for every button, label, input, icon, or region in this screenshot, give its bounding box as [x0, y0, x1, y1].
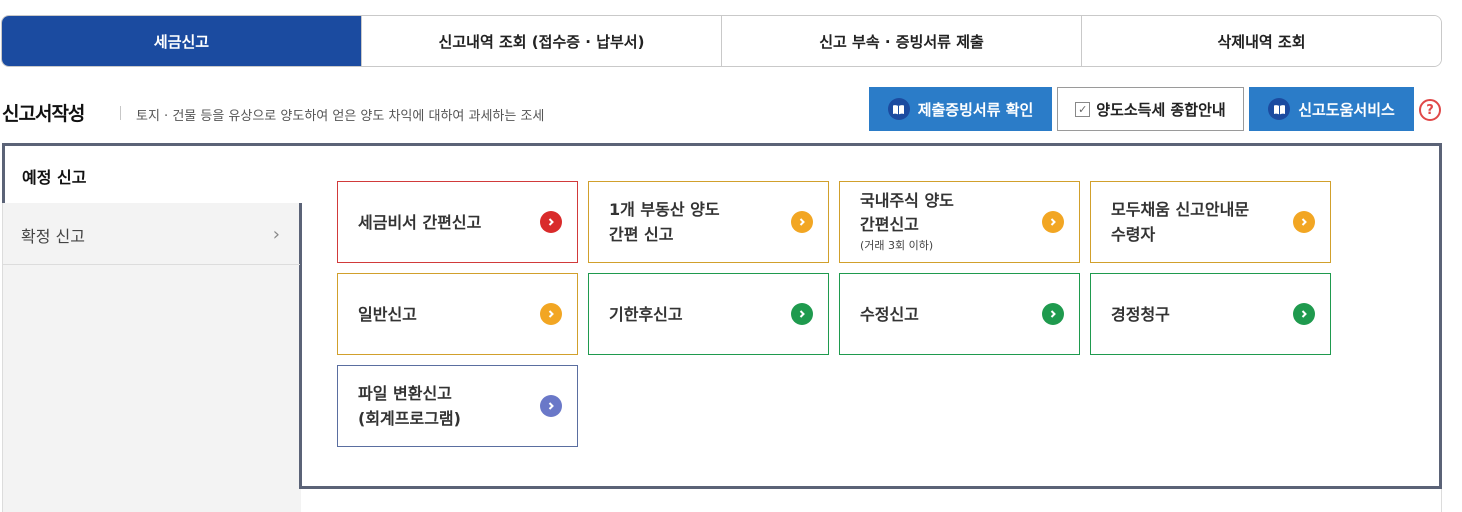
card-label: 모두채움 신고안내문 수령자 [1111, 200, 1250, 244]
tab-document-submit[interactable]: 신고 부속 · 증빙서류 제출 [721, 16, 1081, 66]
tab-bar: 세금신고 신고내역 조회 (접수증 · 납부서) 신고 부속 · 증빙서류 제출… [1, 15, 1442, 67]
page-title: 신고서작성 [2, 103, 85, 125]
arrow-right-icon [1293, 211, 1315, 233]
arrow-right-icon [1042, 211, 1064, 233]
card-label: 파일 변환신고 (회계프로그램) [358, 384, 461, 428]
menu-item-final-report[interactable]: 확정 신고 › [3, 205, 300, 265]
card-label: 수정신고 [860, 304, 919, 324]
menu-item-label: 확정 신고 [21, 226, 85, 246]
card-prefilled-notice-recipient[interactable]: 모두채움 신고안내문 수령자 [1090, 181, 1331, 263]
arrow-right-icon [540, 395, 562, 417]
transfer-tax-guide-button[interactable]: ✓ 양도소득세 종합안내 [1057, 87, 1244, 131]
arrow-right-icon [1042, 303, 1064, 325]
evidence-check-button[interactable]: 제출증빙서류 확인 [869, 87, 1052, 131]
arrow-right-icon [540, 303, 562, 325]
card-file-conversion-report[interactable]: 파일 변환신고 (회계프로그램) [337, 365, 578, 447]
help-icon[interactable]: ? [1419, 99, 1441, 121]
card-label: 세금비서 간편신고 [358, 212, 482, 232]
transfer-tax-guide-label: 양도소득세 종합안내 [1096, 100, 1226, 119]
book-icon [1268, 98, 1291, 120]
report-help-service-label: 신고도움서비스 [1298, 100, 1395, 119]
book-icon [887, 98, 910, 120]
evidence-check-label: 제출증빙서류 확인 [917, 100, 1034, 119]
card-single-property-simple[interactable]: 1개 부동산 양도 간편 신고 [588, 181, 829, 263]
tab-report-history[interactable]: 신고내역 조회 (접수증 · 납부서) [361, 16, 721, 66]
arrow-right-icon [791, 211, 813, 233]
bottom-border [2, 489, 1442, 512]
arrow-right-icon [1293, 303, 1315, 325]
card-late-report[interactable]: 기한후신고 [588, 273, 829, 355]
page-subtitle: 토지 · 건물 등을 유상으로 양도하여 얻은 양도 차익에 대하여 과세하는 … [136, 109, 545, 124]
tab-deleted-history[interactable]: 삭제내역 조회 [1081, 16, 1441, 66]
checkbox-icon: ✓ [1075, 101, 1091, 117]
menu-item-label: 예정 신고 [22, 168, 87, 187]
card-label: 1개 부동산 양도 간편 신고 [609, 200, 720, 244]
title-divider [120, 106, 121, 120]
chevron-right-icon: › [272, 224, 280, 245]
card-domestic-stock-simple[interactable]: 국내주식 양도 간편신고 (거래 3회 이하) [839, 181, 1080, 263]
card-tax-secretary-simple[interactable]: 세금비서 간편신고 [337, 181, 578, 263]
card-general-report[interactable]: 일반신고 [337, 273, 578, 355]
arrow-right-icon [791, 303, 813, 325]
report-help-service-button[interactable]: 신고도움서비스 [1249, 87, 1414, 131]
card-label: 기한후신고 [609, 304, 683, 324]
card-label: 국내주식 양도 간편신고 (거래 3회 이하) [860, 189, 954, 255]
card-label: 경정청구 [1111, 304, 1170, 324]
menu-item-scheduled-report[interactable]: 예정 신고 [2, 143, 312, 203]
card-correction-claim[interactable]: 경정청구 [1090, 273, 1331, 355]
tab-tax-report[interactable]: 세금신고 [2, 16, 361, 66]
card-note: (거래 3회 이하) [860, 239, 934, 252]
card-amended-report[interactable]: 수정신고 [839, 273, 1080, 355]
card-label: 일반신고 [358, 304, 417, 324]
arrow-right-icon [540, 211, 562, 233]
